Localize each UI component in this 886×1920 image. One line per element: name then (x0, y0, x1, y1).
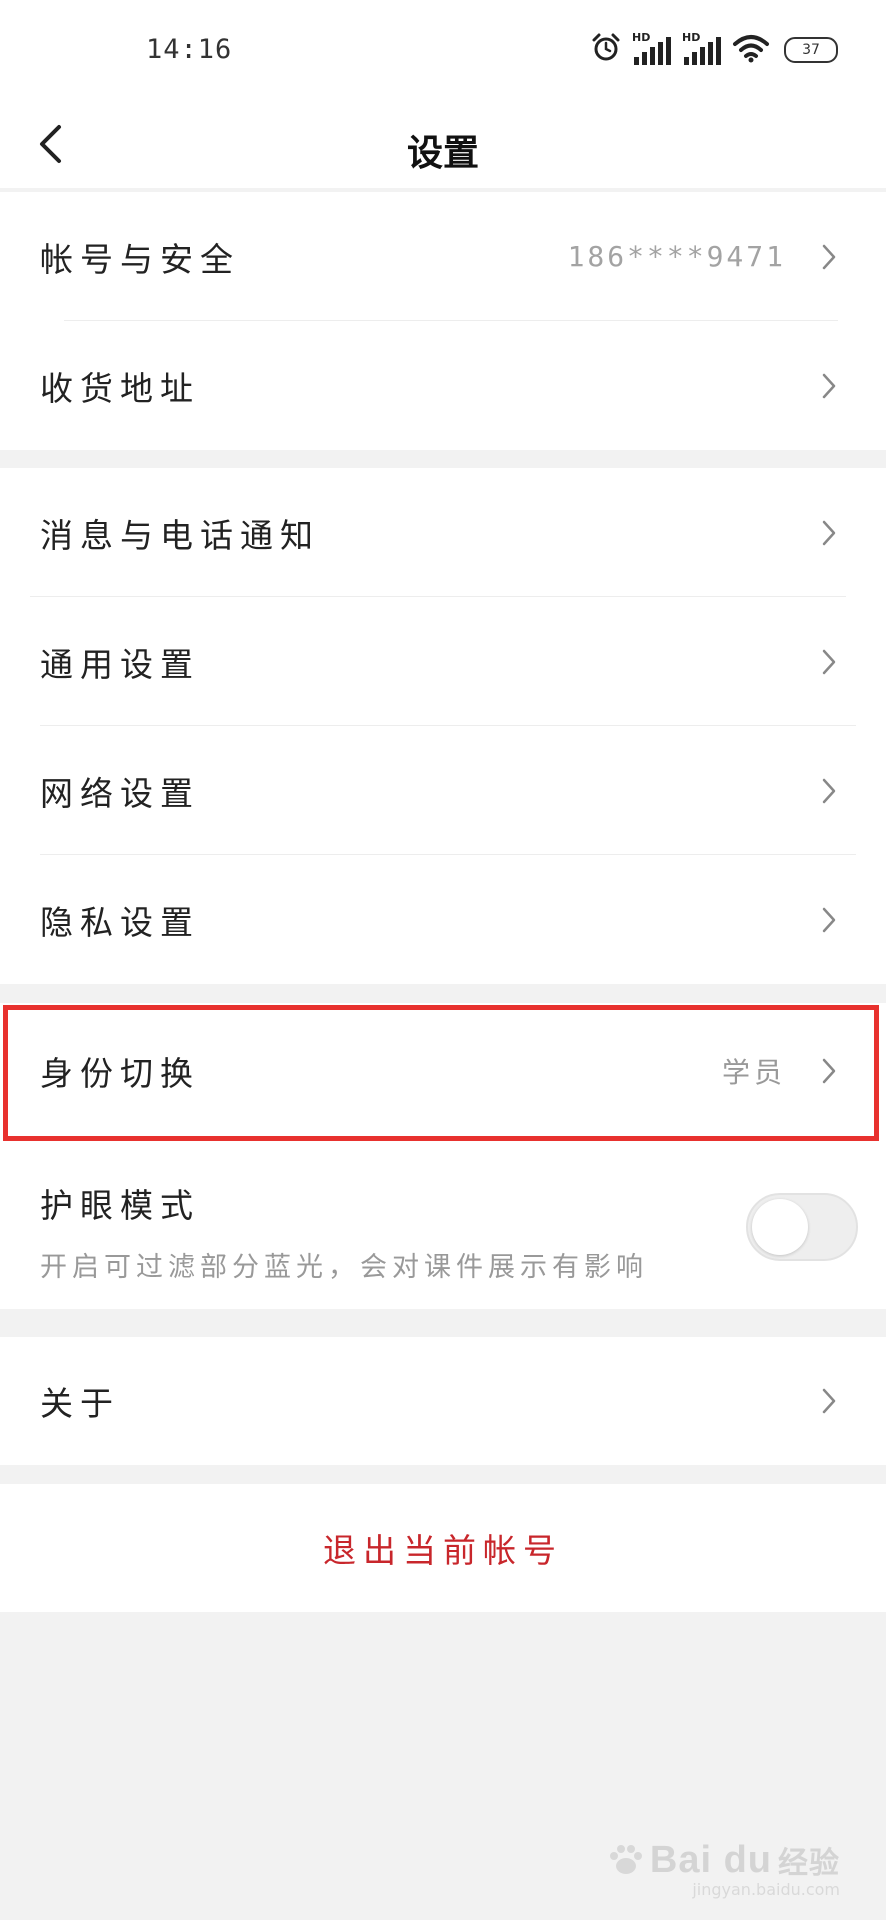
nav-bar: 设置 (0, 100, 886, 188)
settings-item-network[interactable]: 网络设置 (0, 726, 886, 855)
chevron-right-icon (822, 649, 836, 674)
phone-number: 186****9471 (567, 240, 786, 273)
eye-protection-description: 开启可过滤部分蓝光，会对课件展示有影响 (40, 1252, 648, 1283)
general-settings-label: 通用设置 (40, 644, 200, 684)
chevron-right-icon (822, 778, 836, 803)
eye-protection-label: 护眼模式 (40, 1186, 200, 1225)
chevron-right-icon (822, 1388, 836, 1414)
chevron-right-icon (822, 373, 836, 398)
settings-item-about[interactable]: 关于 (0, 1337, 886, 1465)
settings-item-privacy[interactable]: 隐私设置 (0, 855, 886, 984)
settings-item-eye-protection: 护眼模式 开启可过滤部分蓝光，会对课件展示有影响 (0, 1139, 886, 1309)
about-section: 关于 (0, 1337, 886, 1465)
about-label: 关于 (40, 1384, 120, 1423)
network-settings-label: 网络设置 (40, 773, 200, 813)
settings-item-general[interactable]: 通用设置 (0, 597, 886, 726)
toggle-knob (752, 1199, 808, 1255)
account-section: 帐号与安全 186****9471 收货地址 (0, 192, 886, 450)
watermark-tagline: 经验 (778, 1847, 840, 1880)
paw-icon (609, 1845, 642, 1874)
hd-label: HD (632, 31, 651, 44)
chevron-right-icon (822, 520, 836, 545)
account-security-label: 帐号与安全 (40, 239, 240, 279)
notifications-label: 消息与电话通知 (40, 515, 320, 555)
watermark-url: jingyan.baidu.com (692, 1880, 840, 1899)
page-title: 设置 (406, 133, 479, 174)
settings-item-account-security[interactable]: 帐号与安全 186****9471 (0, 192, 886, 321)
status-bar: 14:16 HD HD 37 (0, 0, 886, 100)
chevron-right-icon (822, 244, 836, 269)
identity-section: 身份切换 学员 护眼模式 开启可过滤部分蓝光，会对课件展示有影响 (0, 1003, 886, 1309)
signal-1-icon: HD (632, 31, 672, 67)
eye-protection-toggle[interactable] (746, 1193, 858, 1261)
identity-switch-label: 身份切换 (40, 1054, 200, 1093)
logout-button[interactable]: 退出当前帐号 (0, 1484, 886, 1612)
status-icons: HD HD 37 (580, 31, 838, 68)
hd-label: HD (682, 31, 701, 44)
battery-level: 37 (802, 42, 820, 58)
chevron-right-icon (822, 907, 836, 932)
privacy-settings-label: 隐私设置 (40, 902, 200, 942)
logout-label: 退出当前帐号 (323, 1531, 563, 1570)
settings-item-shipping-address[interactable]: 收货地址 (0, 321, 886, 450)
wifi-icon (732, 33, 770, 67)
chevron-right-icon (822, 1058, 836, 1084)
battery-icon: 37 (784, 37, 838, 63)
baidu-watermark: Bai du 经验 jingyan.baidu.com (606, 1838, 840, 1899)
alarm-icon (590, 32, 622, 68)
general-section: 消息与电话通知 通用设置 网络设置 隐私设置 (0, 468, 886, 984)
status-time: 14:16 (146, 34, 233, 65)
shipping-address-label: 收货地址 (40, 368, 200, 408)
settings-item-notifications[interactable]: 消息与电话通知 (0, 468, 886, 597)
signal-2-icon: HD (682, 31, 722, 67)
watermark-brand: Bai du (649, 1838, 772, 1881)
identity-value: 学员 (721, 1056, 786, 1089)
settings-item-identity-switch[interactable]: 身份切换 学员 (0, 1003, 886, 1139)
